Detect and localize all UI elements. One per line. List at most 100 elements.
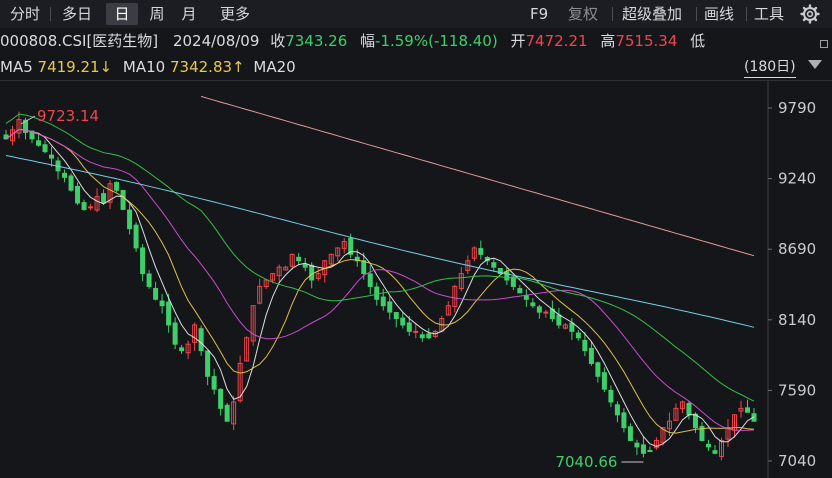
candle-body bbox=[517, 288, 523, 294]
candle-body bbox=[614, 404, 620, 416]
y-tick-label: 7590 bbox=[778, 381, 816, 399]
candle-body bbox=[647, 449, 653, 452]
candle-body bbox=[504, 271, 510, 281]
close-label: 收 bbox=[270, 32, 286, 50]
candle-body bbox=[543, 311, 549, 314]
expand-square-icon[interactable] bbox=[820, 40, 828, 48]
tab-more[interactable]: 更多 bbox=[214, 3, 256, 25]
change-value: -1.59%(-118.40) bbox=[375, 32, 498, 50]
chart-toolbar: 分时 多日 日 周 月 更多 F9 复权 超级叠加 画线 工具 bbox=[0, 0, 832, 28]
low-label: 低 bbox=[690, 32, 706, 50]
toolbar-divider bbox=[50, 7, 51, 21]
candle-body bbox=[81, 202, 87, 210]
candle-body bbox=[198, 328, 204, 352]
candle-body bbox=[556, 314, 562, 326]
candle-body bbox=[367, 273, 373, 287]
annotations: 9723.14 7040.66 bbox=[20, 107, 644, 471]
open-value: 7472.21 bbox=[525, 32, 588, 50]
candle-body bbox=[120, 190, 126, 210]
candle-body bbox=[536, 306, 542, 313]
candle-body bbox=[302, 264, 308, 268]
tab-monthly[interactable]: 月 bbox=[176, 3, 202, 25]
candle-body bbox=[205, 350, 211, 377]
candle-body bbox=[627, 426, 633, 441]
candle-body bbox=[419, 334, 425, 339]
candle-body bbox=[172, 322, 178, 345]
period-selector[interactable]: (180日) bbox=[744, 57, 796, 78]
change-label: 幅 bbox=[360, 32, 376, 50]
ma20-label: MA20 bbox=[253, 58, 296, 76]
candle-body bbox=[640, 444, 646, 454]
candle-body bbox=[426, 333, 432, 339]
close-value: 7343.26 bbox=[285, 32, 348, 50]
candle-body bbox=[588, 347, 594, 364]
candle-body bbox=[413, 330, 419, 333]
candle-body bbox=[179, 347, 185, 352]
ma-legend: MA5 7419.21↓ MA10 7342.83↑ MA20 bbox=[0, 56, 296, 78]
tab-weekly[interactable]: 周 bbox=[144, 3, 170, 25]
candle-body bbox=[146, 273, 152, 287]
candle-body bbox=[491, 262, 497, 268]
ma250-line bbox=[200, 95, 755, 257]
candle-body bbox=[296, 256, 302, 262]
tab-intraday[interactable]: 分时 bbox=[4, 3, 46, 25]
candle-body bbox=[133, 224, 139, 249]
f9-button[interactable]: F9 bbox=[530, 3, 548, 25]
ma5-line bbox=[5, 128, 755, 447]
toolbar-divider bbox=[746, 7, 747, 21]
y-tick-label: 9240 bbox=[778, 170, 816, 188]
ma120-line bbox=[5, 155, 755, 328]
tab-multiday[interactable]: 多日 bbox=[56, 3, 98, 25]
super-overlay-button[interactable]: 超级叠加 bbox=[622, 3, 682, 25]
y-axis: 9790 9240 8690 8140 7590 7040 bbox=[768, 99, 816, 470]
low-annotation-label: 7040.66 bbox=[555, 453, 617, 471]
high-annotation-label: 9723.14 bbox=[37, 107, 99, 125]
tab-daily[interactable]: 日 bbox=[106, 3, 138, 25]
quote-date: 2024/08/09 bbox=[172, 32, 260, 50]
candle-body bbox=[374, 286, 380, 300]
candle-body bbox=[595, 362, 601, 377]
high-label: 高 bbox=[600, 32, 616, 50]
candle-body bbox=[621, 412, 627, 429]
candle-body bbox=[127, 209, 133, 230]
gear-icon[interactable] bbox=[800, 4, 820, 24]
candle-body bbox=[68, 175, 74, 191]
y-tick-label: 8140 bbox=[778, 311, 816, 329]
candle-body bbox=[692, 413, 698, 429]
candle-body bbox=[569, 322, 575, 332]
candles bbox=[3, 111, 757, 461]
triangle-down-icon[interactable] bbox=[808, 60, 822, 69]
tools-button[interactable]: 工具 bbox=[754, 3, 784, 25]
candle-body bbox=[510, 276, 516, 287]
y-tick-label: 8690 bbox=[778, 240, 816, 258]
candle-body bbox=[575, 332, 581, 339]
ma10-label: MA10 bbox=[122, 58, 166, 76]
candle-body bbox=[400, 317, 406, 326]
candle-body bbox=[211, 376, 217, 390]
ma60-line bbox=[5, 113, 755, 402]
ma10-value: 7342.83↑ bbox=[170, 58, 245, 76]
toolbar-divider bbox=[612, 7, 613, 21]
ma5-value: 7419.21↓ bbox=[37, 58, 113, 76]
grid bbox=[0, 80, 832, 478]
candle-body bbox=[478, 248, 484, 255]
candle-body bbox=[608, 389, 614, 403]
fuquan-button[interactable]: 复权 bbox=[568, 3, 598, 25]
candle-body bbox=[361, 260, 367, 275]
candle-body bbox=[387, 301, 393, 313]
candle-body bbox=[224, 404, 230, 422]
candle-body bbox=[88, 206, 94, 209]
y-tick-label: 9790 bbox=[778, 99, 816, 117]
candle-body bbox=[393, 312, 399, 320]
candle-body bbox=[101, 193, 107, 204]
candle-body bbox=[140, 247, 146, 275]
candlestick-chart: 9723.14 7040.66 9790 9240 8690 8140 7590 7040 bbox=[0, 80, 832, 478]
candle-body bbox=[62, 172, 68, 178]
draw-line-button[interactable]: 画线 bbox=[704, 3, 734, 25]
candle-body bbox=[523, 295, 529, 300]
candle-body bbox=[744, 407, 750, 413]
high-value: 7515.34 bbox=[615, 32, 678, 50]
candle-body bbox=[49, 154, 55, 159]
open-label: 开 bbox=[510, 32, 526, 50]
index-code: 000808.CSI[医药生物] bbox=[0, 32, 159, 50]
